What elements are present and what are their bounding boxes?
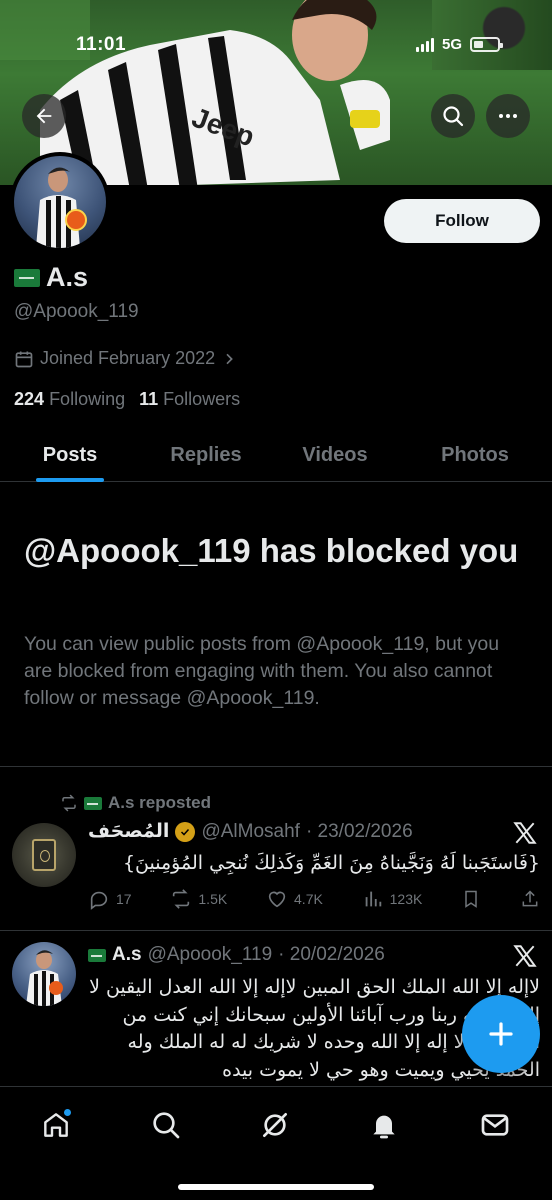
network-label: 5G — [441, 36, 462, 53]
tab-posts[interactable]: Posts — [0, 428, 140, 482]
grok-icon — [263, 1113, 287, 1137]
bottom-nav — [0, 1086, 552, 1200]
post-author-handle[interactable]: @AlMosahf — [201, 821, 300, 843]
follow-stats: 224 Following 11 Followers — [14, 389, 240, 410]
post-author-handle[interactable]: @Apoook_119 — [148, 944, 273, 966]
bookmark-button[interactable] — [461, 889, 481, 909]
nav-home[interactable] — [36, 1105, 76, 1145]
status-bar: 11:01 5G — [0, 34, 552, 58]
tab-videos[interactable]: Videos — [272, 428, 398, 482]
ellipsis-icon — [499, 114, 517, 118]
joined-date[interactable]: Joined February 2022 — [14, 348, 237, 369]
x-logo-icon — [513, 945, 537, 967]
quran-book-icon — [32, 839, 56, 871]
followers-link[interactable]: 11 Followers — [139, 389, 240, 410]
display-name: A.s — [14, 262, 88, 293]
compose-button[interactable] — [462, 995, 540, 1073]
reply-icon — [90, 891, 108, 910]
nav-messages[interactable] — [475, 1105, 515, 1145]
post-author-name[interactable]: A.s — [112, 944, 142, 966]
x-logo-icon — [513, 822, 537, 844]
repost-button[interactable]: 1.5K — [170, 888, 227, 910]
reply-button[interactable]: 17 — [88, 888, 132, 910]
blocked-title: @Apoook_119 has blocked you — [24, 532, 519, 569]
plus-icon — [489, 1022, 513, 1046]
saudi-flag-icon — [14, 268, 40, 287]
avatar-image — [26, 950, 63, 1006]
divider — [0, 930, 552, 931]
repost-icon — [173, 889, 190, 909]
nav-search[interactable] — [146, 1105, 186, 1145]
verified-badge-icon — [175, 821, 196, 842]
messages-icon — [481, 1114, 509, 1136]
divider — [0, 766, 552, 767]
post-header: المُصحَف @AlMosahf · 23/02/2026 — [88, 820, 413, 843]
search-icon — [153, 1112, 180, 1139]
chevron-right-icon — [226, 353, 233, 364]
follow-button[interactable]: Follow — [384, 199, 540, 243]
post-date: · 20/02/2026 — [278, 944, 385, 965]
views-button[interactable]: 123K — [362, 888, 423, 910]
post-text[interactable]: {فَاستَجَبنا لَهُ وَنَجَّيناهُ مِنَ الغَ… — [88, 850, 540, 878]
nav-notifications[interactable] — [364, 1105, 404, 1145]
status-time: 11:01 — [76, 34, 127, 55]
saudi-flag-icon — [88, 948, 106, 962]
repost-icon — [62, 794, 76, 812]
back-button[interactable] — [22, 94, 66, 138]
signal-icon — [415, 37, 434, 52]
share-icon — [522, 890, 538, 907]
post-avatar[interactable] — [12, 942, 76, 1006]
bookmark-icon — [465, 890, 477, 908]
more-options-button[interactable] — [486, 94, 530, 138]
post-header: A.s @Apoook_119 · 20/02/2026 — [88, 944, 385, 966]
notification-dot — [63, 1108, 72, 1117]
blocked-body: You can view public posts from @Apoook_1… — [24, 633, 500, 709]
like-count: 4.7K — [294, 891, 323, 907]
status-indicators: 5G — [415, 36, 503, 53]
saudi-flag-icon — [84, 796, 102, 810]
repost-indicator: A.s reposted — [60, 793, 211, 813]
post-avatar[interactable] — [12, 823, 76, 887]
like-button[interactable]: 4.7K — [266, 888, 323, 910]
tab-photos[interactable]: Photos — [398, 428, 552, 482]
tab-replies[interactable]: Replies — [140, 428, 272, 482]
nav-grok[interactable] — [255, 1105, 295, 1145]
battery-icon — [470, 37, 503, 52]
display-name-text: A.s — [46, 262, 89, 292]
views-icon — [365, 891, 381, 907]
profile-avatar[interactable] — [10, 152, 110, 252]
views-count: 123K — [389, 891, 423, 907]
calendar-icon — [15, 351, 33, 367]
repost-label: A.s reposted — [108, 793, 211, 812]
search-button[interactable] — [431, 94, 475, 138]
post-date: · 23/02/2026 — [305, 820, 413, 842]
profile-tabs: Posts Replies Videos Photos — [0, 428, 552, 482]
heart-icon — [268, 891, 286, 908]
banner-player-image: Jeep — [40, 0, 390, 185]
profile-handle: @Apoook_119 — [14, 301, 139, 322]
joined-text: Joined February 2022 — [40, 348, 216, 368]
post-author-name[interactable]: المُصحَف — [88, 820, 169, 843]
share-button[interactable] — [520, 889, 540, 909]
post-actions: 17 1.5K 4.7K 123K — [88, 888, 540, 910]
home-indicator — [178, 1184, 374, 1190]
reply-count: 17 — [116, 891, 132, 907]
notifications-icon — [373, 1115, 395, 1139]
following-link[interactable]: 224 Following — [14, 389, 125, 410]
avatar-image — [36, 167, 87, 248]
arrow-left-icon — [36, 108, 52, 124]
repost-count: 1.5K — [198, 891, 228, 907]
search-icon — [443, 106, 464, 127]
